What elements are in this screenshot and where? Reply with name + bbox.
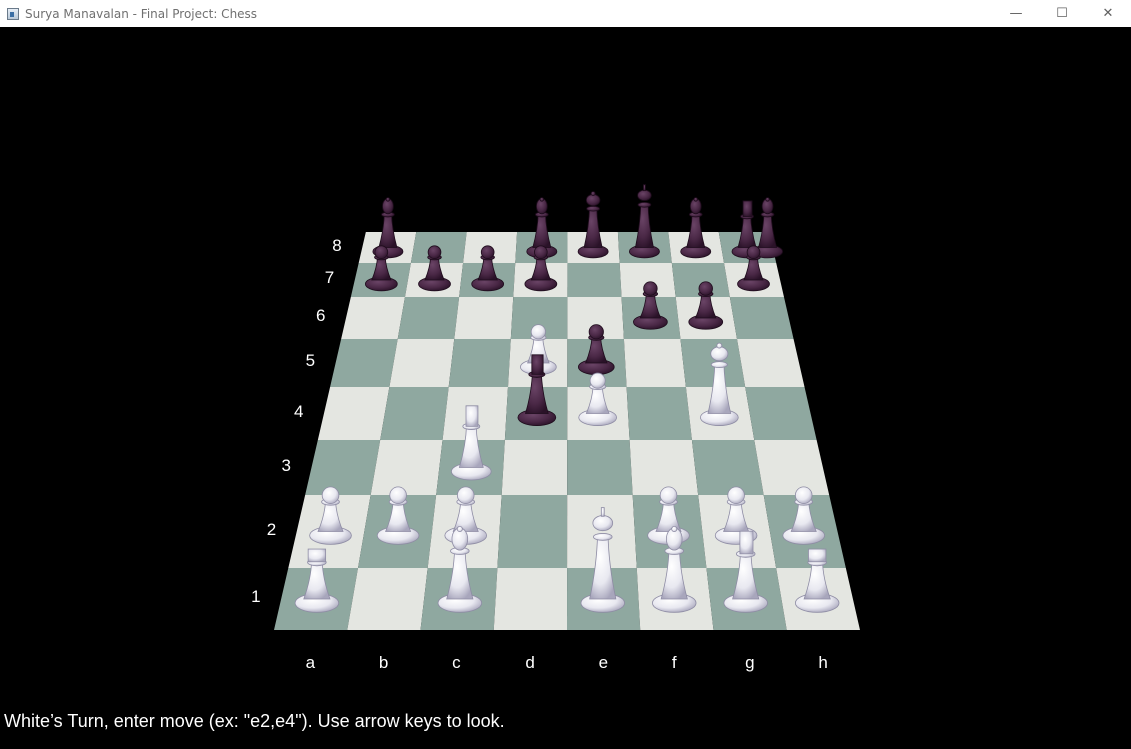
- square-b1[interactable]: [347, 568, 428, 630]
- file-label-g: g: [745, 653, 755, 672]
- square-e3[interactable]: [567, 440, 633, 495]
- app-icon: [7, 7, 19, 20]
- file-label-e: e: [598, 653, 609, 672]
- rank-label-3: 3: [281, 455, 291, 475]
- square-h6[interactable]: [729, 297, 794, 339]
- square-b6[interactable]: [397, 297, 460, 339]
- window-title: Surya Manavalan - Final Project: Chess: [25, 6, 258, 21]
- file-label-d: d: [525, 653, 535, 672]
- rank-label-2: 2: [266, 519, 277, 539]
- board-squares: [274, 232, 860, 630]
- black-bishop-g8[interactable]: [680, 197, 712, 259]
- rank-label-4: 4: [293, 401, 304, 421]
- minimize-button[interactable]: —: [993, 0, 1039, 27]
- square-h3[interactable]: [754, 440, 830, 495]
- rank-label-5: 5: [305, 351, 316, 370]
- rank-label-1: 1: [251, 587, 261, 606]
- file-label-a: a: [305, 653, 316, 672]
- square-d2[interactable]: [497, 495, 568, 568]
- maximize-icon: ☐: [1056, 6, 1068, 21]
- chess-board-3d[interactable]: [0, 27, 1131, 749]
- file-label-f: f: [671, 653, 677, 672]
- square-a6[interactable]: [341, 297, 405, 339]
- square-a3[interactable]: [305, 440, 381, 495]
- window-titlebar: Surya Manavalan - Final Project: Chess —…: [0, 0, 1131, 27]
- black-queen-e8[interactable]: [577, 191, 609, 259]
- close-button[interactable]: ✕: [1085, 0, 1131, 27]
- square-f4[interactable]: [626, 387, 692, 440]
- maximize-button[interactable]: ☐: [1039, 0, 1085, 27]
- square-c5[interactable]: [448, 339, 511, 387]
- game-viewport[interactable]: 1 2 3 4 5 6 7 8 a b c d e f g h White’s Turn, enter mo…: [0, 27, 1131, 749]
- square-f3[interactable]: [629, 440, 699, 495]
- square-b3[interactable]: [370, 440, 443, 495]
- square-c6[interactable]: [454, 297, 514, 339]
- square-b5[interactable]: [389, 339, 455, 387]
- square-d1[interactable]: [493, 568, 568, 630]
- file-label-b: b: [378, 653, 389, 672]
- square-h4[interactable]: [745, 387, 817, 440]
- square-f5[interactable]: [623, 339, 686, 387]
- rank-label-6: 6: [316, 306, 326, 325]
- square-b4[interactable]: [380, 387, 449, 440]
- square-e7[interactable]: [567, 263, 622, 297]
- square-h5[interactable]: [737, 339, 805, 387]
- file-label-h: h: [818, 653, 828, 672]
- square-a5[interactable]: [330, 339, 398, 387]
- square-a4[interactable]: [317, 387, 390, 440]
- square-d3[interactable]: [501, 440, 568, 495]
- close-icon: ✕: [1102, 6, 1114, 21]
- black-king-f8[interactable]: [629, 184, 660, 259]
- square-g3[interactable]: [691, 440, 764, 495]
- minimize-icon: —: [1009, 6, 1023, 21]
- rank-label-7: 7: [324, 268, 335, 287]
- rank-label-8: 8: [332, 235, 342, 255]
- file-label-c: c: [452, 653, 461, 672]
- status-message: White’s Turn, enter move (ex: "e2,e4"). …: [4, 711, 505, 731]
